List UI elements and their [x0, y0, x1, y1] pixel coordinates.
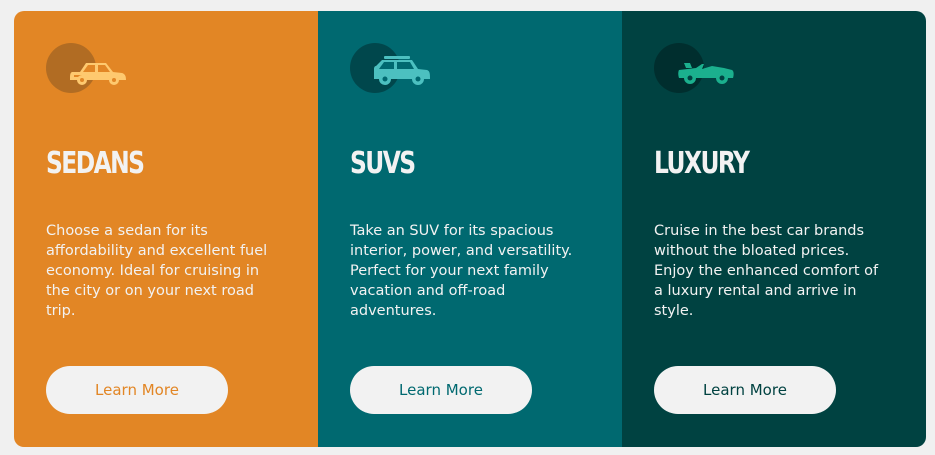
suv-car-icon: [374, 56, 430, 85]
card-description: Choose a sedan for its affordability and…: [46, 223, 268, 319]
card-title: SUVS: [350, 146, 416, 181]
card-suvs: SUVS Take an SUV for its spacious interi…: [318, 11, 622, 447]
card-title: LUXURY: [654, 146, 750, 181]
card-luxury: LUXURY Cruise in the best car brands wit…: [622, 11, 926, 447]
sedan-icon-badge: [46, 43, 136, 95]
learn-more-button[interactable]: Learn More: [654, 366, 836, 414]
luxury-convertible-icon: [678, 63, 734, 84]
learn-more-button[interactable]: Learn More: [350, 366, 532, 414]
luxury-icon-badge: [654, 43, 744, 95]
card-sedans: SEDANS Choose a sedan for its affordabil…: [14, 11, 318, 447]
suv-icon-badge: [350, 43, 440, 95]
card-title: SEDANS: [46, 146, 145, 181]
car-category-cards: SEDANS Choose a sedan for its affordabil…: [14, 11, 926, 447]
sedan-car-icon: [70, 63, 126, 85]
card-description: Take an SUV for its spacious interior, p…: [350, 223, 573, 319]
learn-more-button[interactable]: Learn More: [46, 366, 228, 414]
card-description: Cruise in the best car brands without th…: [654, 223, 879, 319]
